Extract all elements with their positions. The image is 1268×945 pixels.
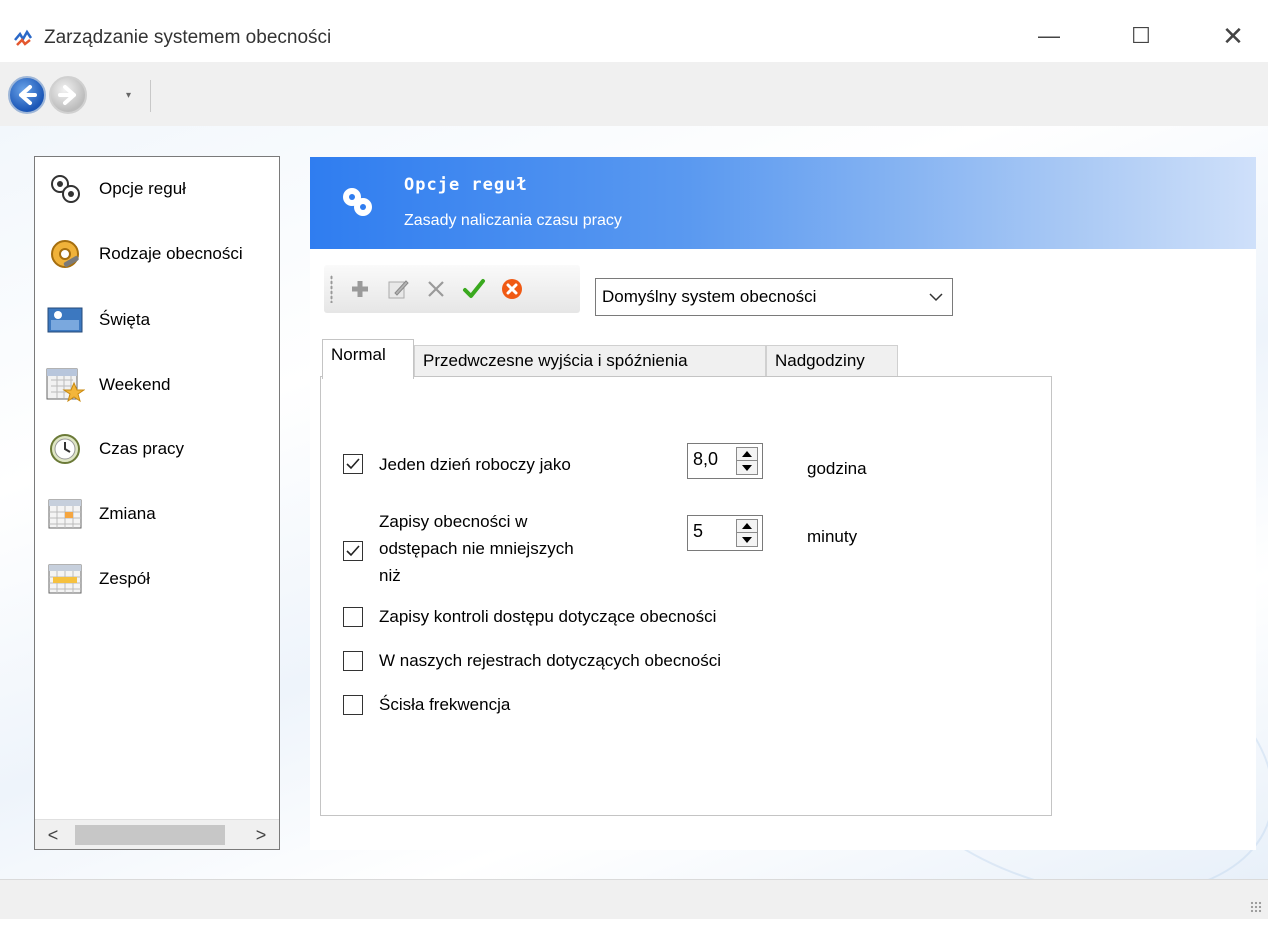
section-subtitle: Zasady naliczania czasu pracy [404,212,622,229]
interval-minutes-value: 5 [693,521,704,541]
forward-button[interactable] [49,76,87,114]
record-toolbar [324,265,580,313]
shift-grid-icon [43,494,87,534]
interval-minutes-stepper[interactable]: 5 [687,515,763,551]
access-control-checkbox[interactable] [343,607,363,627]
tab-normal[interactable]: Normal [322,339,414,379]
sidebar-item-label: Zespół [99,569,151,588]
add-icon [352,281,368,297]
gears-icon [43,169,87,209]
holiday-picture-icon [43,300,87,340]
toolbar-grip[interactable] [330,275,333,303]
sidebar-item-work-time[interactable]: Czas pracy [43,427,279,471]
our-records-checkbox[interactable] [343,651,363,671]
team-grid-icon [43,559,87,599]
status-bar [0,879,1268,919]
sidebar-item-label: Rodzaje obecności [99,244,243,263]
resize-grip-icon[interactable] [1250,901,1262,913]
cancel-button[interactable] [496,273,528,305]
chevron-down-icon [929,293,943,302]
interval-unit: minuty [807,527,858,546]
sidebar: Opcje reguł Rodzaje obecności Święta Wee… [34,156,280,850]
delete-icon [428,281,444,297]
cancel-icon [502,279,522,299]
calendar-star-icon [43,365,87,405]
navigation-bar: ▾ [0,62,1268,126]
strict-attendance-label: Ścisła frekwencja [379,695,511,714]
sidebar-item-rule-options[interactable]: Opcje reguł [43,167,279,211]
sidebar-item-label: Opcje reguł [99,179,186,198]
toolbar-separator [150,80,151,112]
maximize-button[interactable]: ☐ [1118,14,1164,58]
increment-button[interactable] [737,448,757,461]
checkmark-icon [346,545,360,557]
interval-checkbox[interactable] [343,541,363,561]
increment-button[interactable] [737,520,757,533]
sidebar-item-label: Weekend [99,375,171,394]
close-button[interactable]: ✕ [1210,14,1256,58]
workday-checkbox[interactable] [343,454,363,474]
workday-hours-value: 8,0 [693,449,719,469]
window-title: Zarządzanie systemem obecności [44,27,332,48]
interval-label-line-1: Zapisy obecności w [379,512,528,531]
sidebar-item-holidays[interactable]: Święta [43,298,279,342]
title-bar: Zarządzanie systemem obecności — ☐ ✕ [0,0,1268,62]
gear-wrench-icon [43,234,87,274]
confirm-button[interactable] [458,273,490,305]
delete-button[interactable] [420,273,452,305]
back-button[interactable] [8,76,46,114]
interval-label-line-3: niż [379,566,401,585]
our-records-label: W naszych rejestrach dotyczących obecnoś… [379,651,722,670]
strict-attendance-checkbox[interactable] [343,695,363,715]
sidebar-item-label: Święta [99,310,151,329]
history-dropdown-icon[interactable]: ▾ [126,90,131,101]
tab-early-leave-lateness[interactable]: Przedwczesne wyjścia i spóźnienia [414,345,766,377]
gears-icon [343,188,372,216]
edit-icon [388,280,409,299]
sidebar-item-attendance-types[interactable]: Rodzaje obecności [43,232,279,276]
app-logo-icon [14,29,33,46]
attendance-system-select[interactable]: Domyślny system obecności [595,278,953,316]
sidebar-item-shift[interactable]: Zmiana [43,492,279,536]
clock-icon [43,429,87,469]
decrement-button[interactable] [737,461,757,474]
workday-label: Jeden dzień roboczy jako [379,455,571,474]
sidebar-horizontal-scrollbar[interactable]: < > [35,819,279,849]
section-header: Opcje reguł Zasady naliczania czasu prac… [310,157,1256,249]
tab-overtime[interactable]: Nadgodziny [766,345,898,377]
forward-arrow-icon [51,78,85,120]
back-arrow-icon [10,78,44,120]
sidebar-item-label: Czas pracy [99,439,185,458]
access-control-label: Zapisy kontroli dostępu dotyczące obecno… [379,607,717,626]
normal-tab-panel: Jeden dzień roboczy jako 8,0 godzina Zap… [320,376,1052,816]
decrement-button[interactable] [737,533,757,546]
interval-label-line-2: odstępach nie mniejszych [379,539,574,558]
stepper-buttons [736,447,758,475]
add-button[interactable] [344,273,376,305]
sidebar-item-team[interactable]: Zespół [43,557,279,601]
workday-unit: godzina [807,459,867,478]
workday-hours-stepper[interactable]: 8,0 [687,443,763,479]
minimize-button[interactable]: — [1026,14,1072,58]
section-title: Opcje reguł [404,175,528,195]
sidebar-item-weekend[interactable]: Weekend [43,363,279,407]
scroll-right-button[interactable]: > [247,820,275,849]
sidebar-item-label: Zmiana [99,504,156,523]
stepper-buttons [736,519,758,547]
scroll-left-button[interactable]: < [39,820,67,849]
main-panel: Opcje reguł Zasady naliczania czasu prac… [310,157,1256,850]
attendance-system-value: Domyślny system obecności [602,287,817,306]
confirm-icon [463,279,485,298]
edit-button[interactable] [382,273,414,305]
scroll-thumb[interactable] [75,825,225,845]
checkmark-icon [346,458,360,470]
